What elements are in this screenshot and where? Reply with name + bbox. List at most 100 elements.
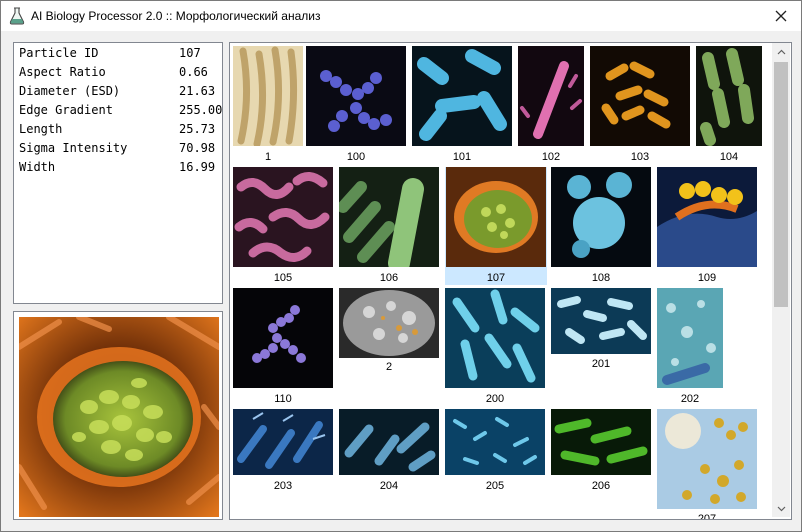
close-button[interactable]	[761, 1, 801, 31]
thumbnail-image	[339, 409, 439, 475]
thumbnail-image	[306, 46, 406, 146]
property-value: 255.00	[179, 103, 223, 117]
thumbnail-item[interactable]: 203	[233, 409, 333, 497]
property-key: Width	[19, 160, 56, 174]
thumbnail-label: 200	[485, 393, 505, 405]
thumbnail-item-selected[interactable]: 107	[445, 167, 547, 285]
thumbnail-item[interactable]: 110	[233, 288, 333, 406]
thumbnail-grid[interactable]: 1 100 101 102 103 104 105 106 107 108 10…	[229, 42, 792, 520]
thumbnail-label: 202	[680, 393, 700, 405]
thumbnail-label: 110	[274, 393, 292, 405]
property-row-diameter: Diameter (ESD) 21.63	[19, 84, 219, 103]
thumbnail-label: 201	[591, 358, 611, 370]
thumbnail-label: 2	[385, 361, 393, 373]
flask-icon	[9, 7, 25, 25]
property-value: 16.99	[179, 160, 216, 174]
thumbnail-label: 107	[486, 272, 506, 284]
thumbnail-item[interactable]: 106	[339, 167, 439, 285]
thumbnail-label: 203	[273, 480, 293, 492]
property-value: 21.63	[179, 84, 216, 98]
thumbnail-image	[233, 46, 303, 146]
scroll-up-button[interactable]	[772, 43, 790, 60]
thumbnail-image	[657, 288, 723, 388]
thumbnail-image	[446, 167, 546, 267]
thumbnail-item[interactable]: 2	[339, 288, 439, 385]
scroll-down-button[interactable]	[772, 500, 790, 517]
scrollbar-thumb[interactable]	[774, 62, 788, 307]
thumbnail-item[interactable]: 201	[551, 288, 651, 385]
thumbnail-label: 100	[346, 151, 366, 163]
thumbnail-item[interactable]: 102	[518, 46, 584, 164]
window-title: AI Biology Processor 2.0 :: Морфологичес…	[31, 9, 321, 23]
thumbnail-image	[233, 409, 333, 475]
thumbnail-item[interactable]: 205	[445, 409, 545, 497]
property-key: Diameter (ESD)	[19, 84, 121, 98]
thumbnail-label: 1	[264, 151, 272, 163]
thumbnail-label: 105	[273, 272, 293, 284]
preview-panel	[13, 311, 223, 520]
thumbnail-item[interactable]: 103	[590, 46, 690, 164]
property-value: 70.98	[179, 141, 216, 155]
property-key: Particle ID	[19, 46, 99, 60]
thumbnail-label: 206	[591, 480, 611, 492]
thumbnail-label: 101	[452, 151, 472, 163]
property-key: Length	[19, 122, 63, 136]
chevron-down-icon	[777, 506, 785, 511]
properties-panel[interactable]: Particle ID 107 Aspect Ratio 0.66 Diamet…	[13, 42, 223, 304]
thumbnail-item[interactable]: 202	[657, 288, 727, 406]
thumbnail-item[interactable]: 100	[306, 46, 406, 164]
thumbnail-label: 207	[697, 513, 717, 520]
selected-particle-image	[19, 317, 219, 517]
thumbnail-image	[412, 46, 512, 146]
thumbnail-image	[445, 409, 545, 475]
thumbnail-item[interactable]: 104	[696, 46, 762, 164]
chevron-up-icon	[777, 49, 785, 54]
property-key: Aspect Ratio	[19, 65, 106, 79]
thumbnail-image	[696, 46, 762, 146]
thumbnail-image	[518, 46, 584, 146]
thumbnail-label: 104	[719, 151, 739, 163]
main-window: AI Biology Processor 2.0 :: Морфологичес…	[0, 0, 802, 532]
thumbnail-label: 204	[379, 480, 399, 492]
thumbnail-item[interactable]: 1	[233, 46, 303, 164]
thumbnail-image	[590, 46, 690, 146]
thumbnail-label: 205	[485, 480, 505, 492]
thumbnail-item[interactable]: 200	[445, 288, 545, 406]
thumbnail-label: 109	[697, 272, 717, 284]
thumbnail-image	[551, 409, 651, 475]
property-key: Edge Gradient	[19, 103, 113, 117]
vertical-scrollbar[interactable]	[772, 43, 790, 517]
thumbnail-image	[233, 167, 333, 267]
thumbnail-label: 108	[591, 272, 611, 284]
thumbnail-image	[657, 409, 757, 509]
title-bar[interactable]: AI Biology Processor 2.0 :: Морфологичес…	[1, 1, 801, 31]
property-value: 25.73	[179, 122, 216, 136]
thumbnail-item[interactable]: 108	[551, 167, 651, 285]
thumbnail-item[interactable]: 105	[233, 167, 333, 285]
thumbnail-image	[551, 288, 651, 354]
thumbnail-image	[445, 288, 545, 388]
property-row-sigma-intensity: Sigma Intensity 70.98	[19, 141, 219, 160]
thumbnail-item[interactable]: 206	[551, 409, 651, 497]
property-row-length: Length 25.73	[19, 122, 219, 141]
property-row-width: Width 16.99	[19, 160, 219, 179]
property-row-particle-id: Particle ID 107	[19, 46, 219, 65]
thumbnail-label: 106	[379, 272, 399, 284]
thumbnail-item[interactable]: 204	[339, 409, 439, 497]
thumbnail-image	[233, 288, 333, 388]
thumbnail-image	[339, 167, 439, 267]
thumbnail-label: 102	[541, 151, 561, 163]
property-value: 107	[179, 46, 201, 60]
close-icon	[775, 10, 787, 22]
thumbnail-image	[551, 167, 651, 267]
property-key: Sigma Intensity	[19, 141, 128, 155]
thumbnail-label: 103	[630, 151, 650, 163]
property-row-edge-gradient: Edge Gradient 255.00	[19, 103, 223, 122]
property-value: 0.66	[179, 65, 208, 79]
thumbnail-image	[339, 288, 439, 358]
thumbnail-item[interactable]: 101	[412, 46, 512, 164]
thumbnail-image	[657, 167, 757, 267]
thumbnail-item[interactable]: 207	[657, 409, 757, 519]
property-row-aspect-ratio: Aspect Ratio 0.66	[19, 65, 219, 84]
thumbnail-item[interactable]: 109	[657, 167, 757, 285]
